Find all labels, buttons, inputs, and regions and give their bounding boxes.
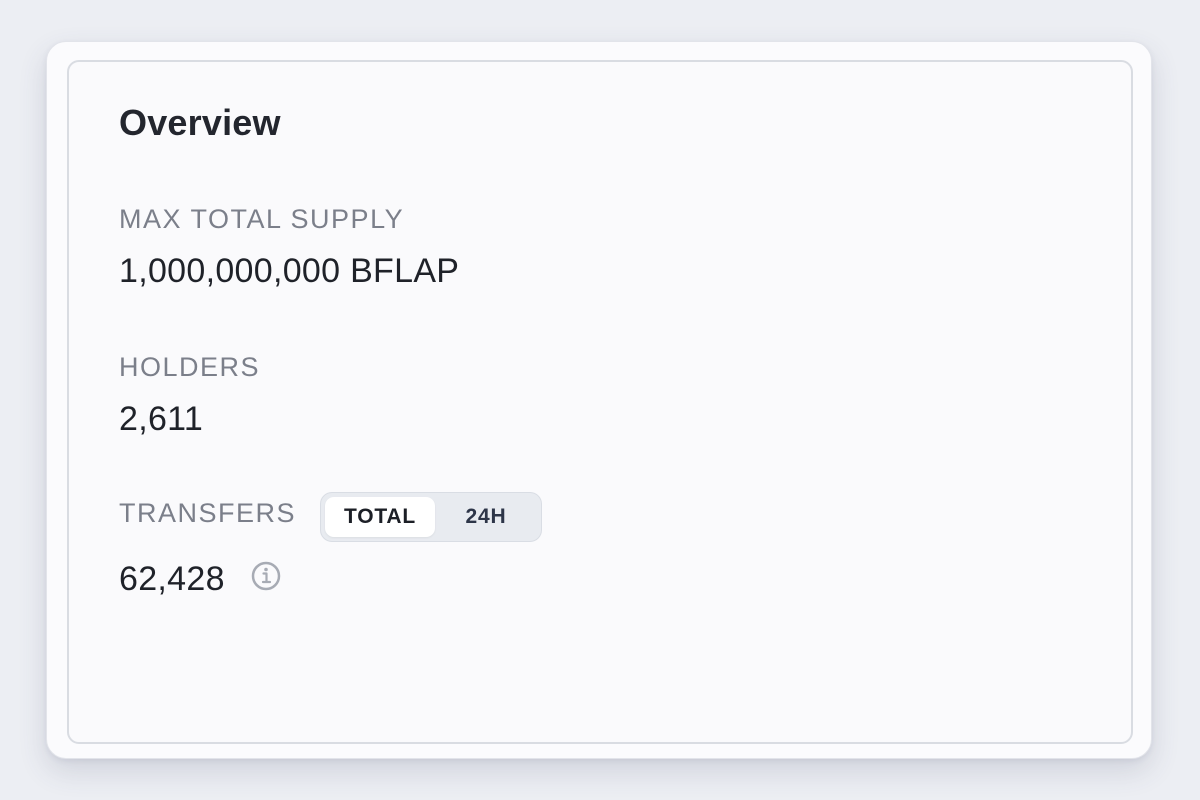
holders-label: HOLDERS [119, 352, 261, 382]
24h-toggle-button[interactable]: 24H [435, 497, 537, 537]
holders-value: 2,611 [119, 400, 204, 438]
overview-card: Overview MAX TOTAL SUPPLY 1,000,000,000 … [67, 60, 1133, 744]
max-total-supply-value: 1,000,000,000 BFLAP [119, 252, 460, 290]
transfers-label: TRANSFERS [119, 498, 297, 528]
total-toggle-button[interactable]: TOTAL [325, 497, 435, 537]
transfers-period-toggle: TOTAL 24H [320, 492, 542, 542]
transfers-value: 62,428 [119, 560, 225, 598]
max-total-supply-label: MAX TOTAL SUPPLY [119, 204, 405, 234]
info-icon[interactable] [249, 559, 283, 593]
overview-title: Overview [119, 102, 281, 143]
overview-card-frame: Overview MAX TOTAL SUPPLY 1,000,000,000 … [46, 41, 1152, 759]
